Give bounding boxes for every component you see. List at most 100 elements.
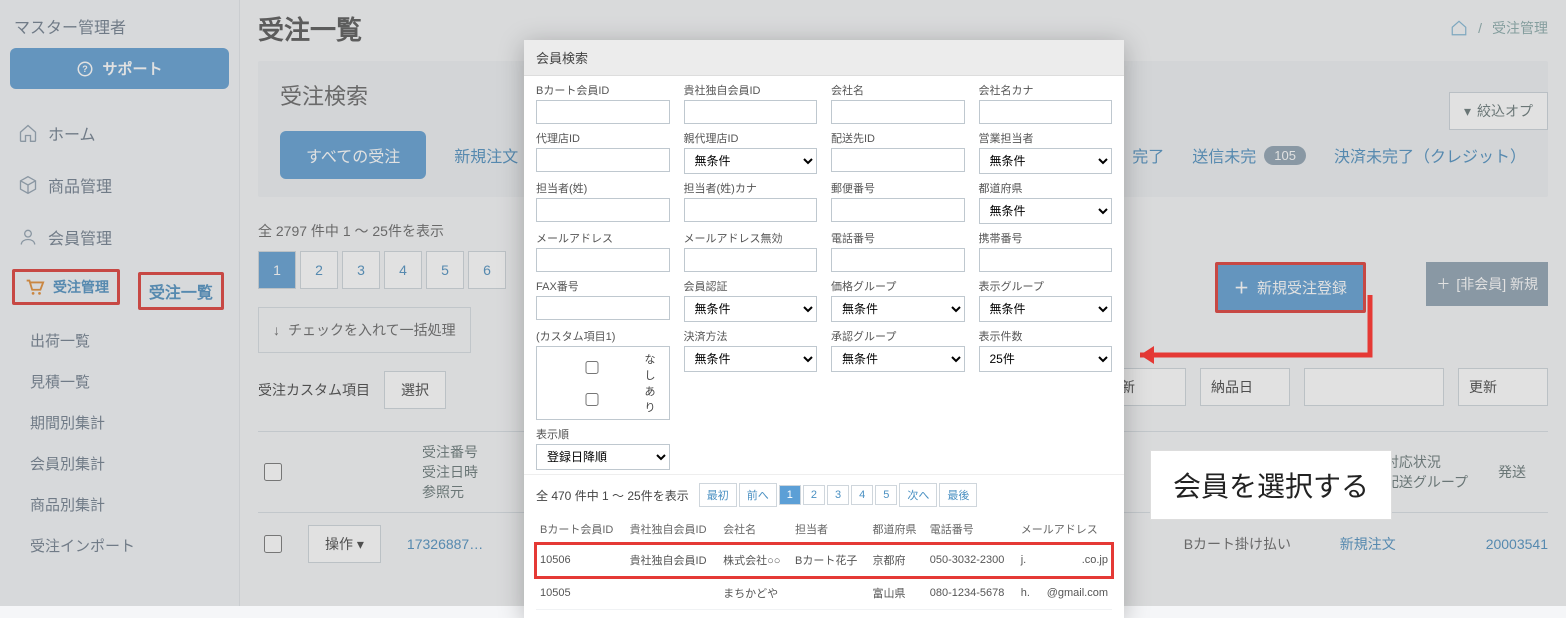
rep-last-input[interactable]: [536, 198, 670, 222]
pager-3[interactable]: 3: [827, 485, 849, 505]
subnav-member-agg[interactable]: 会員別集計: [18, 443, 229, 484]
company-input[interactable]: [831, 100, 965, 124]
custom-field-select[interactable]: 選択: [384, 371, 446, 409]
plus-icon: ＋: [1234, 277, 1249, 298]
subnav-order-import[interactable]: 受注インポート: [18, 525, 229, 566]
chevron-down-icon: ▾: [1464, 103, 1471, 120]
subnav-ship-list[interactable]: 出荷一覧: [18, 320, 229, 361]
page-3[interactable]: 3: [342, 251, 380, 289]
auth-select[interactable]: 無条件: [684, 296, 818, 322]
delivery-date-input[interactable]: [1304, 368, 1444, 406]
page-2[interactable]: 2: [300, 251, 338, 289]
row-ship-no[interactable]: 20003541: [1486, 536, 1548, 552]
nav-member[interactable]: 会員管理: [10, 211, 229, 263]
shipto-id-input[interactable]: [831, 148, 965, 172]
mobile-input[interactable]: [979, 248, 1113, 272]
rep-last-kana-input[interactable]: [684, 198, 818, 222]
breadcrumb-current: 受注管理: [1492, 18, 1548, 38]
pager-1[interactable]: 1: [779, 485, 801, 505]
display-group-select[interactable]: 無条件: [979, 296, 1113, 322]
modal-pager: 最初 前へ 1 2 3 4 5 次へ 最後: [699, 483, 978, 507]
member-result-table: Bカート会員ID 貴社独自会員ID 会社名 担当者 都道府県 電話番号 メールア…: [536, 515, 1112, 610]
modal-result-count: 全 470 件中 1 ～ 25件を表示: [536, 487, 689, 504]
annotation-label: 会員を選択する: [1150, 450, 1392, 520]
tab-unsent[interactable]: 送信未完 105: [1192, 143, 1306, 167]
row-operate[interactable]: 操作 ▾: [308, 525, 381, 563]
select-all-checkbox[interactable]: [264, 463, 282, 481]
help-icon: ?: [76, 60, 94, 78]
custom1-yes-checkbox[interactable]: [543, 393, 641, 406]
member-row[interactable]: 10506 貴社独自会員ID 株式会社○○ Bカート花子 京都府 050-303…: [536, 544, 1112, 577]
tab-all[interactable]: すべての受注: [280, 131, 426, 179]
pref-select[interactable]: 無条件: [979, 198, 1113, 224]
support-label: サポート: [102, 58, 162, 79]
page-6[interactable]: 6: [468, 251, 506, 289]
member-row[interactable]: 10505 まちかどや 富山県 080-1234-5678 h. @gmail.…: [536, 577, 1112, 610]
arrow-down-icon: ↓: [273, 322, 280, 338]
pager-4[interactable]: 4: [851, 485, 873, 505]
tab-done[interactable]: 完了: [1132, 143, 1164, 167]
price-group-select[interactable]: 無条件: [831, 296, 965, 322]
postal-input[interactable]: [831, 198, 965, 222]
company-kana-input[interactable]: [979, 100, 1113, 124]
page-size-select[interactable]: 25件: [979, 346, 1113, 372]
bcart-id-input[interactable]: [536, 100, 670, 124]
agency-id-input[interactable]: [536, 148, 670, 172]
nav-home[interactable]: ホーム: [10, 107, 229, 159]
pager-last[interactable]: 最後: [939, 483, 977, 507]
email-input[interactable]: [536, 248, 670, 272]
th-order-no: 受注番号 受注日時 参照元: [422, 442, 478, 502]
tab-new[interactable]: 新規注文: [454, 143, 518, 167]
pager-first[interactable]: 最初: [699, 483, 737, 507]
page-4[interactable]: 4: [384, 251, 422, 289]
sort-select[interactable]: 登録日降順: [536, 444, 670, 470]
parent-agency-select[interactable]: 無条件: [684, 148, 818, 174]
nonmember-order-button[interactable]: ＋ [非会員] 新規: [1426, 262, 1548, 306]
home-icon[interactable]: [1450, 19, 1468, 37]
cube-icon: [18, 175, 38, 195]
page-5[interactable]: 5: [426, 251, 464, 289]
th-ship: 発送: [1498, 462, 1548, 482]
cart-icon: [23, 276, 45, 298]
subnav-order-list[interactable]: 受注一覧: [138, 272, 224, 310]
pager-prev[interactable]: 前へ: [739, 483, 777, 507]
sales-rep-select[interactable]: 無条件: [979, 148, 1113, 174]
subnav-quote-list[interactable]: 見積一覧: [18, 361, 229, 402]
page-1[interactable]: 1: [258, 251, 296, 289]
member-search-modal: 会員検索 Bカート会員ID 貴社独自会員ID 会社名 会社名カナ 代理店ID 親…: [524, 40, 1124, 618]
new-order-button[interactable]: ＋ 新規受注登録: [1215, 262, 1366, 313]
row-order-no[interactable]: 17326887…: [407, 536, 527, 552]
pager-5[interactable]: 5: [875, 485, 897, 505]
row-checkbox[interactable]: [264, 535, 282, 553]
plus-icon: ＋: [1436, 274, 1450, 294]
pager-2[interactable]: 2: [803, 485, 825, 505]
ext-id-input[interactable]: [684, 100, 818, 124]
subnav-period-agg[interactable]: 期間別集計: [18, 402, 229, 443]
admin-title: マスター管理者: [10, 8, 229, 48]
unsent-badge: 105: [1264, 146, 1306, 165]
nav-product[interactable]: 商品管理: [10, 159, 229, 211]
tab-pay-incomplete[interactable]: 決済未完了（クレジット）: [1334, 143, 1526, 167]
support-button[interactable]: ? サポート: [10, 48, 229, 89]
filter-options-button[interactable]: ▾ 絞込オプ: [1449, 92, 1548, 130]
custom-field-label: 受注カスタム項目: [258, 380, 370, 400]
approval-group-select[interactable]: 無条件: [831, 346, 965, 372]
update-button-2[interactable]: 更新: [1458, 368, 1548, 406]
bulk-action-button[interactable]: ↓ チェックを入れて一括処理: [258, 307, 471, 353]
email-invalid-input[interactable]: [684, 248, 818, 272]
user-icon: [18, 227, 38, 247]
th-status: 対応状況 配送グループ: [1385, 452, 1468, 492]
pay-method-select[interactable]: 無条件: [684, 346, 818, 372]
svg-text:?: ?: [83, 64, 89, 74]
breadcrumb: / 受注管理: [1450, 18, 1548, 38]
nav-order[interactable]: 受注管理: [12, 269, 120, 305]
subnav-product-agg[interactable]: 商品別集計: [18, 484, 229, 525]
tel-input[interactable]: [831, 248, 965, 272]
delivery-date-label: 納品日: [1200, 368, 1290, 406]
custom1-none-checkbox[interactable]: [543, 361, 641, 374]
pager-next[interactable]: 次へ: [899, 483, 937, 507]
fax-input[interactable]: [536, 296, 670, 320]
sidebar: マスター管理者 ? サポート ホーム 商品管理 会員管理 受注管理: [0, 0, 240, 606]
modal-title: 会員検索: [524, 40, 1124, 76]
row-status[interactable]: 新規注文: [1340, 534, 1460, 554]
